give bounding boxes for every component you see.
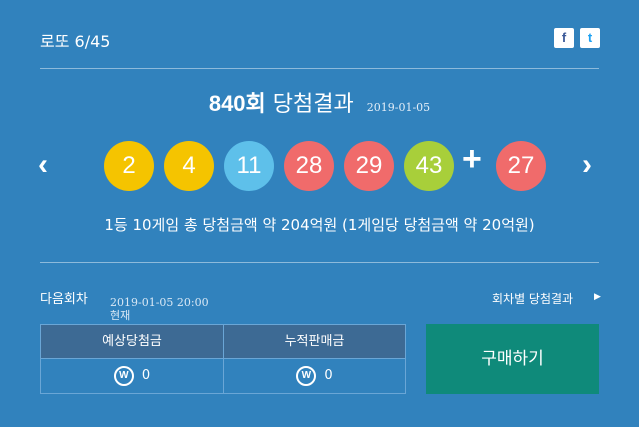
header-title: 로또 6/45 xyxy=(40,32,111,51)
plus-icon: + xyxy=(462,140,482,178)
next-draw-time: 2019-01-05 20:00 현재 xyxy=(110,296,209,322)
accumulated-sales-header: 누적판매금 xyxy=(224,325,405,358)
expected-prize-header: 예상당첨금 xyxy=(41,325,223,358)
next-round-arrow-icon[interactable]: › xyxy=(582,148,592,182)
draw-title: 840회 당첨결과 2019-01-05 xyxy=(0,86,639,118)
expected-prize-cell: W0 xyxy=(41,358,223,393)
prize-table: 예상당첨금 누적판매금 W0 W0 xyxy=(40,324,406,394)
ball-5: 29 xyxy=(344,141,394,191)
next-draw-label: 다음회차 xyxy=(40,292,88,307)
per-round-results-link[interactable]: 회차별 당첨결과 xyxy=(492,292,588,307)
accumulated-sales-cell: W0 xyxy=(224,358,405,393)
prev-round-arrow-icon[interactable]: ‹ xyxy=(38,148,48,182)
expected-prize-value: 0 xyxy=(141,368,151,383)
accumulated-sales-value: 0 xyxy=(324,368,333,383)
draw-label: 당첨결과 xyxy=(272,92,354,117)
draw-date: 2019-01-05 xyxy=(366,101,431,114)
won-icon: W xyxy=(296,365,317,386)
facebook-share-icon[interactable]: f xyxy=(554,28,574,48)
ball-6: 43 xyxy=(404,141,454,191)
prize-info: 1등 10게임 총 당첨금액 약 204억원 (1게임당 당첨금액 약 20억원… xyxy=(104,216,535,234)
buy-button[interactable]: 구매하기 xyxy=(426,324,599,394)
draw-round: 840회 xyxy=(208,91,266,116)
bonus-ball: 27 xyxy=(496,141,546,191)
won-icon: W xyxy=(113,365,134,386)
ball-3: 11 xyxy=(224,141,274,191)
middle-divider xyxy=(40,262,599,263)
ball-1: 2 xyxy=(104,141,154,191)
chevron-right-icon: ▶ xyxy=(594,292,601,302)
ball-2: 4 xyxy=(164,141,214,191)
twitter-share-icon[interactable]: t xyxy=(580,28,600,48)
ball-4: 28 xyxy=(284,141,334,191)
top-divider xyxy=(40,68,599,69)
